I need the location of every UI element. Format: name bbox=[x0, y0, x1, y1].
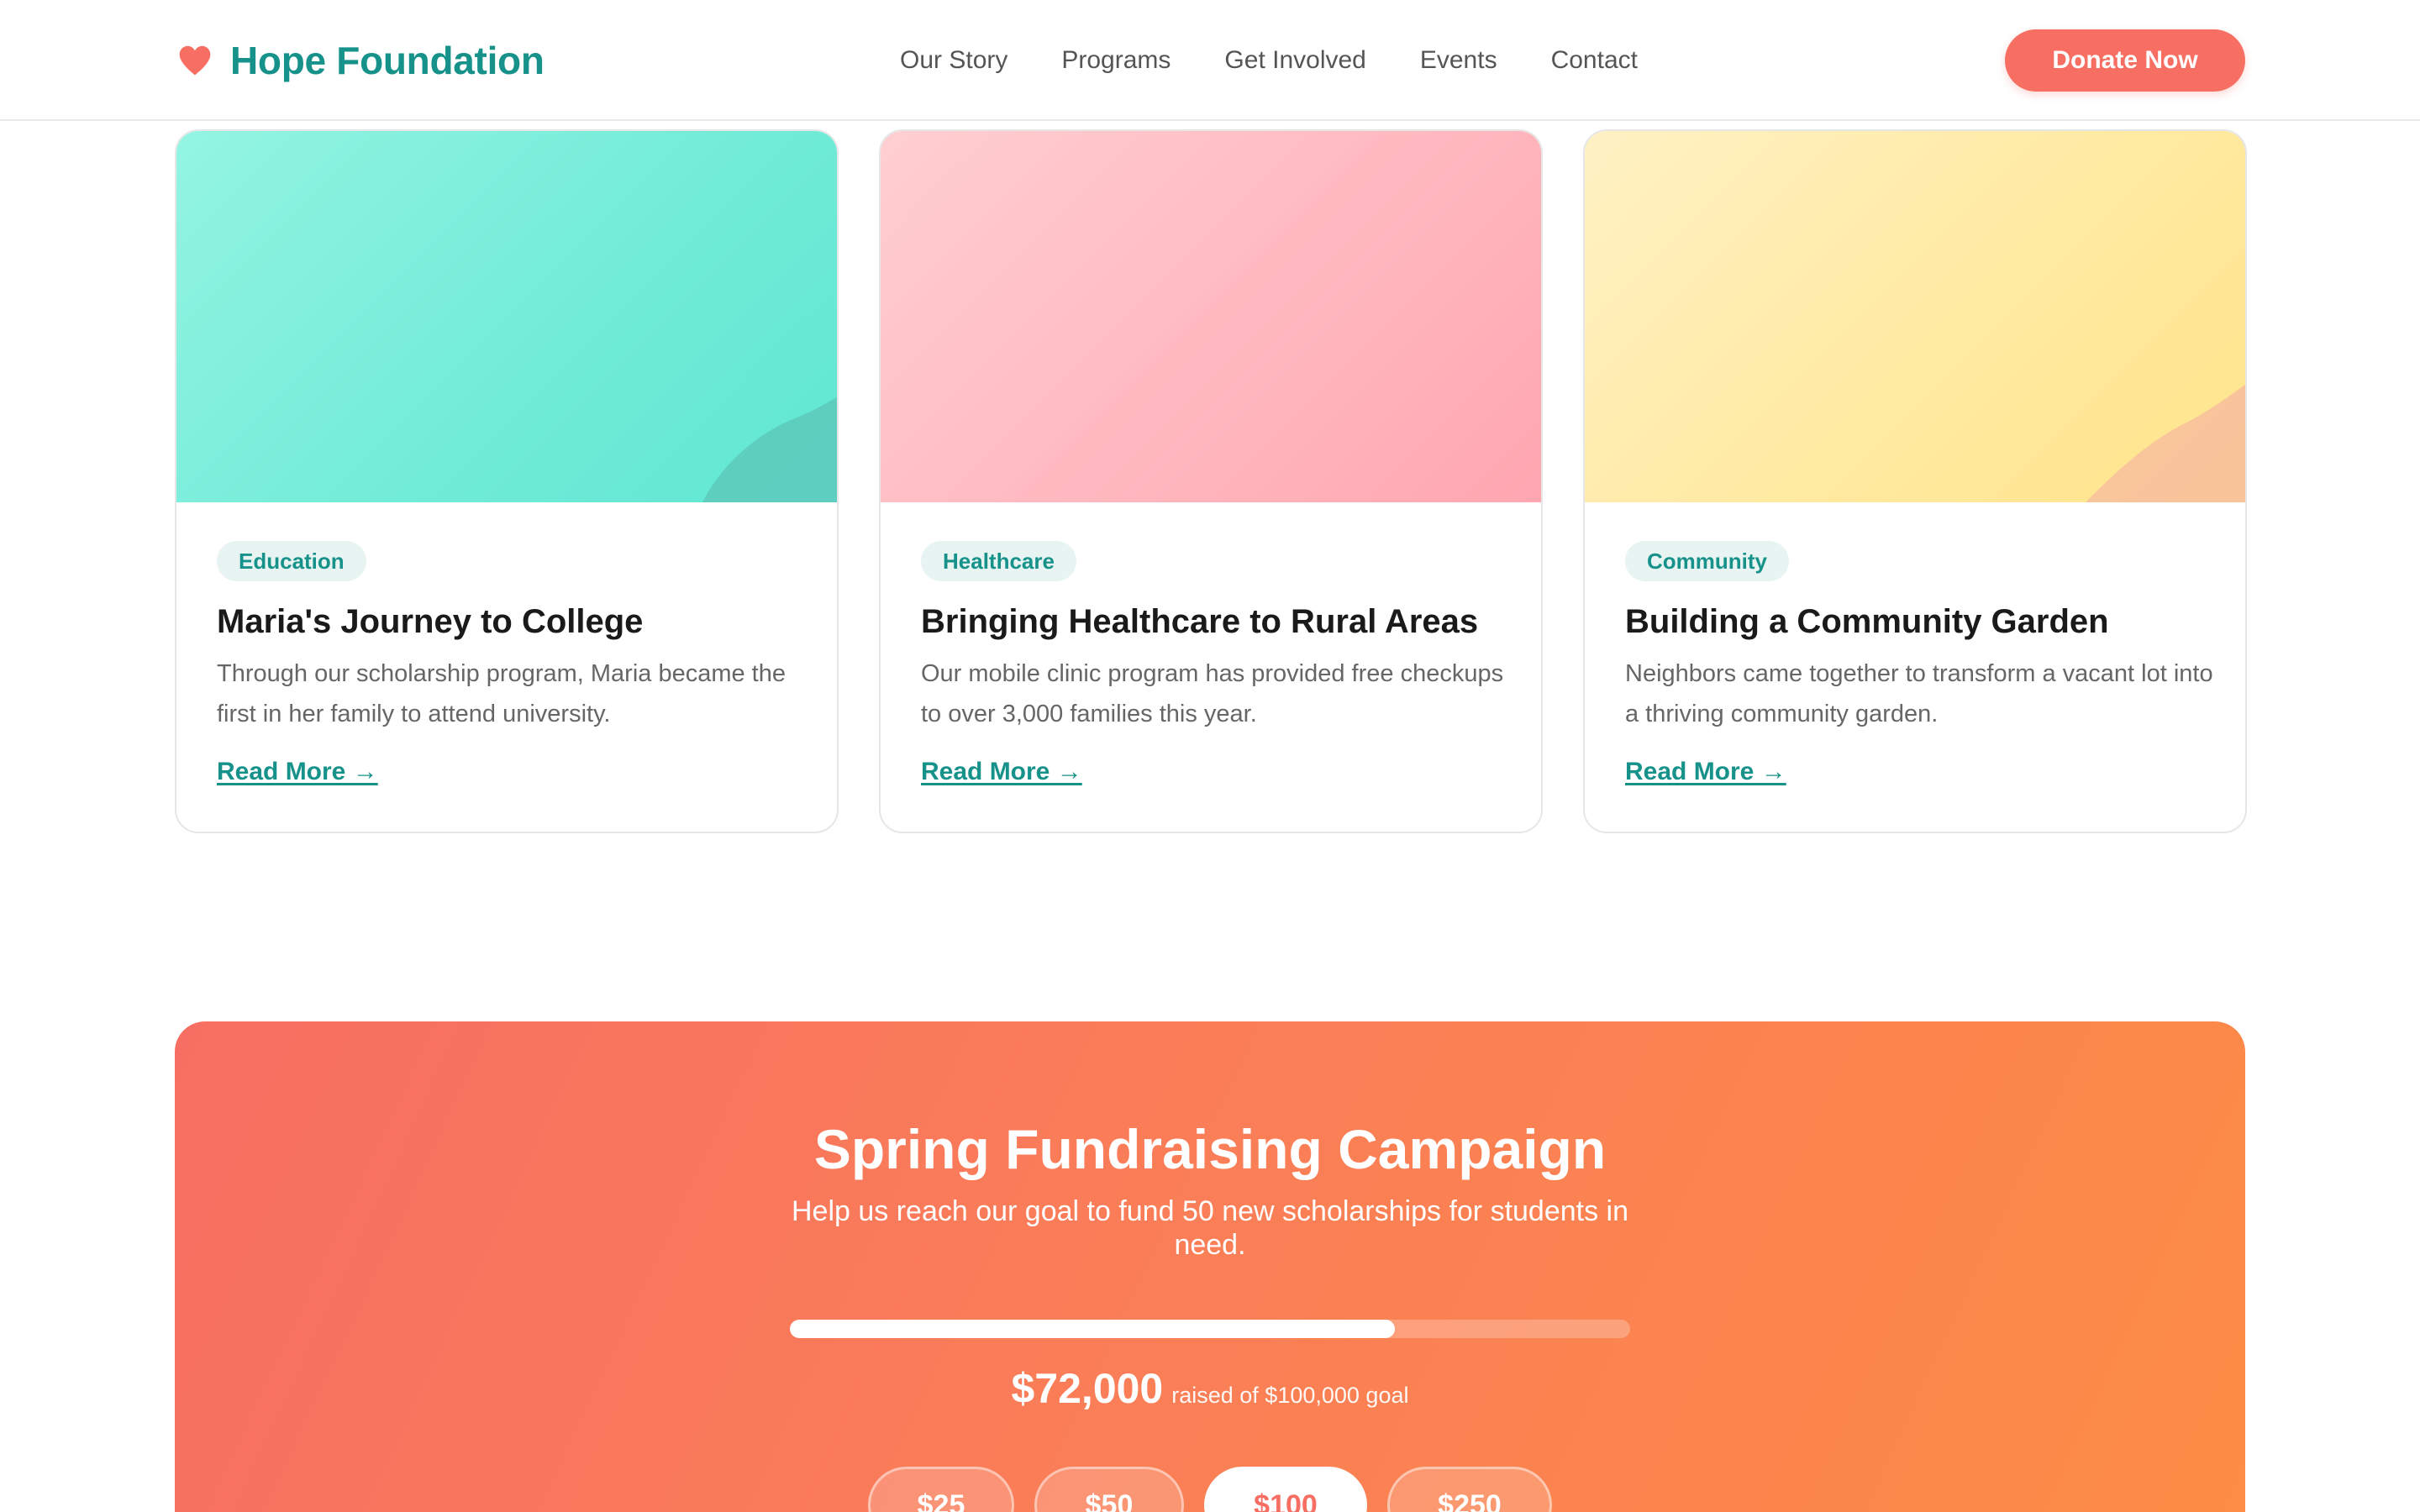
read-more-link[interactable]: Read More → bbox=[217, 758, 378, 786]
amount-button-50[interactable]: $50 bbox=[1034, 1467, 1184, 1512]
amount-button-100[interactable]: $100 bbox=[1204, 1467, 1367, 1512]
story-cards: Education Maria's Journey to College Thr… bbox=[175, 129, 2247, 833]
campaign-subtitle: Help us reach our goal to fund 50 new sc… bbox=[791, 1195, 1629, 1261]
decorative-shape bbox=[2086, 385, 2245, 502]
main-nav: Our Story Programs Get Involved Events C… bbox=[900, 42, 1638, 79]
story-description: Neighbors came together to transform a v… bbox=[1625, 660, 2213, 727]
decorative-shape bbox=[702, 397, 837, 502]
donation-amount-options: $25 $50 $100 $250 bbox=[175, 1467, 2245, 1512]
story-card-education: Education Maria's Journey to College Thr… bbox=[175, 129, 839, 833]
campaign-progress-bar bbox=[790, 1320, 1630, 1338]
story-description: Our mobile clinic program has provided f… bbox=[921, 660, 1504, 727]
story-image bbox=[1585, 131, 2245, 502]
category-tag: Community bbox=[1625, 541, 1789, 581]
goal-text: raised of $100,000 goal bbox=[1171, 1383, 1409, 1408]
brand-name: Hope Foundation bbox=[230, 39, 544, 82]
category-tag: Healthcare bbox=[921, 541, 1076, 581]
nav-get-involved[interactable]: Get Involved bbox=[1224, 42, 1365, 79]
story-title: Building a Community Garden bbox=[1625, 603, 2109, 640]
progress-fill bbox=[790, 1320, 1395, 1338]
fundraising-campaign: Spring Fundraising Campaign Help us reac… bbox=[175, 1021, 2245, 1512]
nav-programs[interactable]: Programs bbox=[1061, 42, 1171, 79]
nav-our-story[interactable]: Our Story bbox=[900, 42, 1007, 79]
raised-amount: $72,000 bbox=[1011, 1365, 1164, 1412]
amount-button-250[interactable]: $250 bbox=[1387, 1467, 1552, 1512]
story-description: Through our scholarship program, Maria b… bbox=[217, 660, 786, 727]
story-image bbox=[176, 131, 837, 502]
campaign-title: Spring Fundraising Campaign bbox=[813, 1118, 1607, 1180]
raised-summary: $72,000 raised of $100,000 goal bbox=[175, 1364, 2245, 1413]
site-header: Hope Foundation Our Story Programs Get I… bbox=[0, 0, 2420, 121]
amount-button-25[interactable]: $25 bbox=[868, 1467, 1014, 1512]
read-more-link[interactable]: Read More → bbox=[921, 758, 1082, 786]
story-card-community: Community Building a Community Garden Ne… bbox=[1583, 129, 2247, 833]
story-image bbox=[881, 131, 1541, 502]
story-title: Maria's Journey to College bbox=[217, 603, 644, 640]
read-more-link[interactable]: Read More → bbox=[1625, 758, 1786, 786]
story-card-healthcare: Healthcare Bringing Healthcare to Rural … bbox=[879, 129, 1543, 833]
heart-icon bbox=[179, 45, 211, 76]
story-title: Bringing Healthcare to Rural Areas bbox=[921, 603, 1479, 640]
donate-now-button[interactable]: Donate Now bbox=[2005, 29, 2245, 92]
category-tag: Education bbox=[217, 541, 366, 581]
logo[interactable]: Hope Foundation bbox=[176, 37, 544, 84]
nav-contact[interactable]: Contact bbox=[1551, 42, 1638, 79]
nav-events[interactable]: Events bbox=[1420, 42, 1497, 79]
